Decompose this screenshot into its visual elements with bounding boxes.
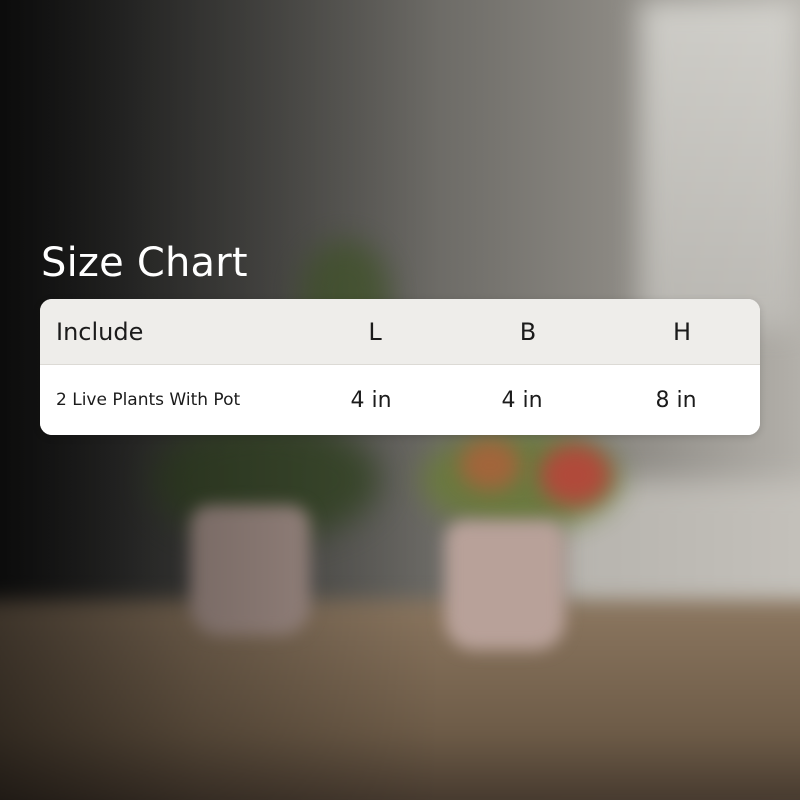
- header-breadth: B: [519, 317, 537, 346]
- size-chart-table: Include L B H 2 Live Plants With Pot 4 i…: [40, 299, 760, 435]
- table-header-row: Include L B H: [40, 299, 760, 365]
- cell-breadth: 4 in: [501, 387, 543, 413]
- table-row: 2 Live Plants With Pot 4 in 4 in 8 in: [40, 365, 760, 435]
- cell-length: 4 in: [350, 387, 392, 413]
- header-height: H: [672, 317, 692, 346]
- page-title: Size Chart: [41, 240, 248, 286]
- header-include: Include: [56, 317, 144, 346]
- cell-include: 2 Live Plants With Pot: [56, 390, 241, 410]
- cell-height: 8 in: [655, 387, 697, 413]
- header-length: L: [368, 317, 382, 346]
